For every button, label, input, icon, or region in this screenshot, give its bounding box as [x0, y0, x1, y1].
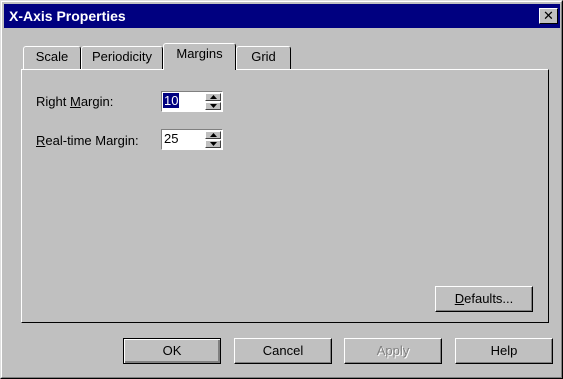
x-axis-properties-dialog: X-Axis Properties ✕ Scale Periodicity Ma… — [0, 0, 563, 379]
defaults-button-label: Defaults... — [455, 291, 514, 306]
down-arrow-icon[interactable] — [205, 102, 221, 110]
tab-periodicity[interactable]: Periodicity — [81, 46, 163, 70]
help-button[interactable]: Help — [455, 338, 553, 364]
cancel-button[interactable]: Cancel — [234, 338, 332, 364]
realtime-margin-mnemonic: R — [36, 133, 46, 148]
close-icon: ✕ — [543, 8, 554, 23]
tab-grid-label: Grid — [251, 49, 276, 64]
right-margin-label: Right Margin: — [36, 94, 113, 109]
ok-button[interactable]: OK — [123, 338, 221, 364]
right-margin-mnemonic: M — [69, 94, 81, 109]
right-margin-label-text: Right — [36, 94, 70, 109]
defaults-button[interactable]: Defaults... — [435, 286, 533, 312]
defaults-mnemonic: D — [454, 291, 465, 306]
ok-button-label: OK — [162, 343, 182, 358]
realtime-margin-label: Real-time Margin: — [36, 133, 139, 148]
down-arrow-icon[interactable] — [205, 140, 221, 148]
apply-button[interactable]: Apply — [344, 338, 442, 364]
help-button-label: Help — [490, 343, 518, 358]
realtime-margin-spinner[interactable]: 25 — [161, 129, 223, 150]
margins-tab-panel: Right Margin: 10 Real-time Margin: 25 De… — [21, 69, 549, 323]
up-arrow-icon[interactable] — [205, 131, 221, 139]
tab-scale[interactable]: Scale — [23, 46, 81, 70]
right-margin-label-rest: argin: — [80, 94, 114, 109]
tab-scale-label: Scale — [35, 49, 69, 64]
right-margin-spin-buttons — [205, 93, 221, 110]
close-button[interactable]: ✕ — [539, 8, 558, 24]
realtime-margin-spin-buttons — [205, 131, 221, 148]
cancel-button-label: Cancel — [262, 343, 304, 358]
right-margin-input[interactable]: 10 — [163, 93, 180, 108]
tab-grid[interactable]: Grid — [236, 46, 291, 70]
tab-margins[interactable]: Margins — [163, 43, 236, 70]
title-bar[interactable]: X-Axis Properties ✕ — [4, 4, 560, 28]
tab-periodicity-label: Periodicity — [92, 49, 152, 64]
defaults-label-rest: efaults... — [464, 291, 514, 306]
realtime-margin-label-rest: eal-time Margin: — [45, 133, 139, 148]
apply-button-label: Apply — [376, 343, 410, 358]
tab-margins-label: Margins — [176, 46, 223, 61]
right-margin-spinner[interactable]: 10 — [161, 91, 223, 112]
up-arrow-icon[interactable] — [205, 93, 221, 101]
realtime-margin-input[interactable]: 25 — [163, 131, 179, 146]
dialog-title: X-Axis Properties — [9, 8, 126, 24]
